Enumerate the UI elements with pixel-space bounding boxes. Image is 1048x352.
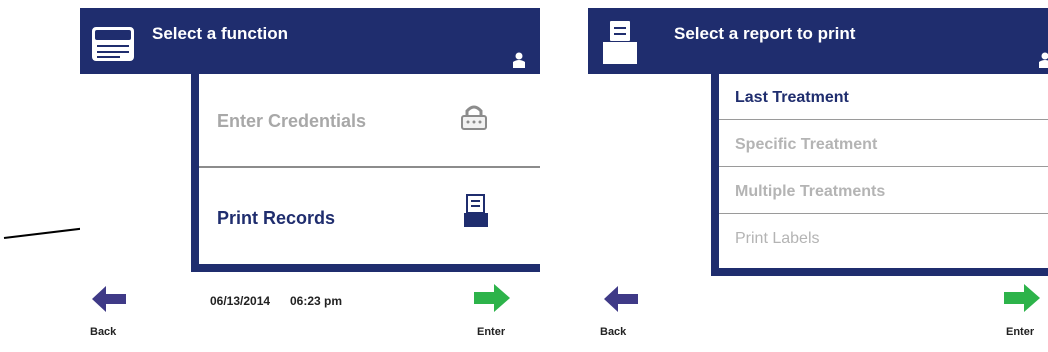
user-icon (513, 52, 525, 68)
specific-treatment-option[interactable]: Specific Treatment (719, 121, 1048, 167)
time-display: 06:23 pm (290, 294, 343, 308)
last-treatment-option[interactable]: Last Treatment (719, 74, 1048, 120)
padlock-icon (461, 105, 487, 130)
option-label: Last Treatment (735, 89, 849, 106)
printer-icon (464, 194, 488, 227)
back-button[interactable] (90, 284, 128, 314)
enter-credentials-option[interactable]: Enter Credentials (199, 74, 540, 168)
option-label: Print Records (217, 208, 336, 228)
multiple-treatments-option[interactable]: Multiple Treatments (719, 168, 1048, 214)
select-report-screen: Select a report to print Last Treatment … (588, 8, 1048, 352)
print-records-option[interactable]: Print Records (199, 170, 540, 264)
option-label: Enter Credentials (217, 111, 367, 131)
report-panel: Last Treatment Specific Treatment Multip… (711, 74, 1048, 276)
back-button[interactable] (602, 284, 640, 314)
printer-icon (603, 19, 637, 64)
back-label: Back (90, 326, 117, 338)
enter-button[interactable] (472, 282, 512, 314)
screen-title: Select a report to print (674, 24, 856, 43)
enter-label: Enter (477, 326, 506, 338)
function-panel: Enter Credentials Print Records (191, 74, 540, 272)
enter-label: Enter (1006, 326, 1035, 338)
select-function-screen: Select a function Enter Credentials Prin… (80, 8, 540, 352)
option-label: Multiple Treatments (735, 183, 886, 200)
header-bar: Select a function (80, 8, 540, 74)
card-reader-icon (90, 25, 136, 63)
footer: Back 06/13/2014 06:23 pm Enter (80, 264, 540, 352)
enter-button[interactable] (1002, 282, 1042, 314)
user-icon (1039, 52, 1048, 68)
option-label: Specific Treatment (735, 136, 878, 153)
option-label: Print Labels (735, 230, 820, 247)
footer: Back Enter (588, 264, 1048, 352)
print-labels-option[interactable]: Print Labels (719, 215, 1048, 261)
back-label: Back (600, 326, 627, 338)
screen-title: Select a function (152, 24, 289, 43)
header-bar: Select a report to print (588, 8, 1048, 74)
date-display: 06/13/2014 (210, 294, 271, 308)
